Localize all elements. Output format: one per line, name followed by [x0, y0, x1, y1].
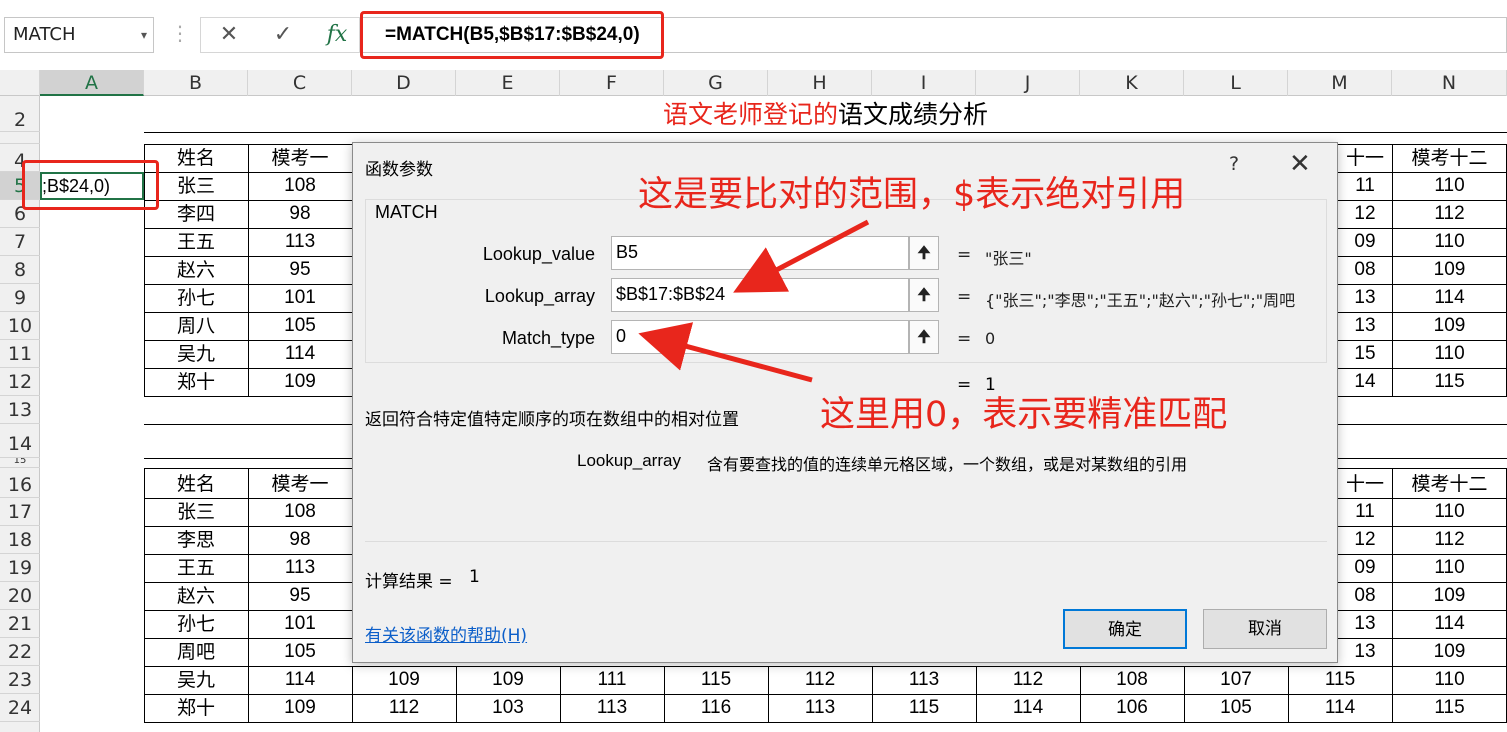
annotation-arrow-range [733, 219, 870, 293]
annotation-arrows [638, 219, 870, 383]
annotation-match-note: 这里用0，表示要精准匹配 [820, 395, 1228, 435]
annotation-range-note: 这是要比对的范围，$表示绝对引用 [638, 175, 1186, 215]
annotation-arrow-match-type [638, 322, 813, 383]
